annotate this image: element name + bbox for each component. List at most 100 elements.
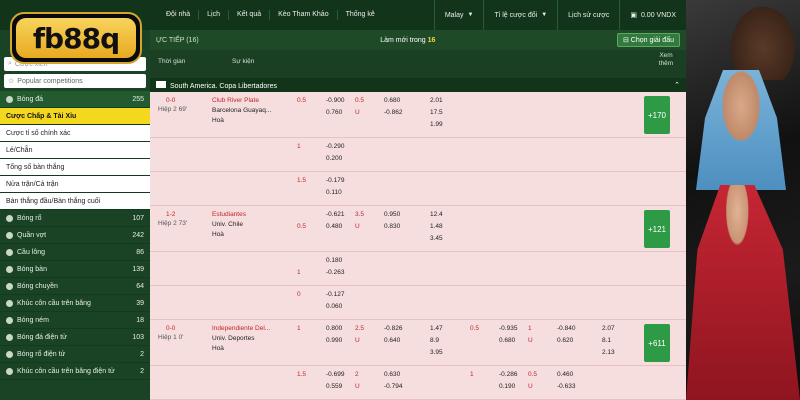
choose-league-button[interactable]: ⊟ Chọn giải đấu — [616, 33, 680, 47]
sidebar-item-sport[interactable]: Bóng đá điện tử 103 — [0, 329, 150, 346]
bet-history-link[interactable]: Lịch sử cược — [557, 0, 619, 30]
odds-cell[interactable]: -0.862 — [384, 107, 402, 118]
more-markets-button[interactable]: +170 — [644, 96, 670, 134]
odds-cell[interactable]: -0.840 — [557, 323, 575, 334]
odds-cell[interactable]: 1 — [470, 369, 474, 380]
popular-competitions[interactable]: ☆ Popular competitions — [4, 74, 146, 88]
odds-cell[interactable]: 3.95 — [430, 347, 443, 358]
odds-cell[interactable]: -0.127 — [326, 289, 344, 300]
odds-cell[interactable]: -0.935 — [499, 323, 517, 334]
odds-cell[interactable]: 1.47 — [430, 323, 443, 334]
nav-tips[interactable]: Kèo Tham Khảo — [270, 10, 338, 20]
odds-cell[interactable]: U — [355, 107, 360, 118]
odds-cell[interactable]: 0.5 — [470, 323, 479, 334]
odds-cell[interactable]: 0.5 — [528, 369, 537, 380]
odds-cell[interactable]: 12.4 — [430, 209, 443, 220]
odds-cell[interactable]: 1 — [528, 323, 532, 334]
odds-cell[interactable]: 17.5 — [430, 107, 443, 118]
odds-cell[interactable]: -0.290 — [326, 141, 344, 152]
sidebar-item-sport[interactable]: Khúc côn cầu trên băng 39 — [0, 295, 150, 312]
odds-cell[interactable]: -0.286 — [499, 369, 517, 380]
odds-cell[interactable]: 0.640 — [384, 335, 400, 346]
odds-cell[interactable]: 0.460 — [557, 369, 573, 380]
odds-cell[interactable]: -0.699 — [326, 369, 344, 380]
odds-cell[interactable]: 3.45 — [430, 233, 443, 244]
odds-cell[interactable]: U — [355, 381, 360, 392]
odds-cell[interactable]: 0.110 — [326, 187, 342, 198]
odds-cell[interactable]: 1 — [297, 267, 301, 278]
odds-cell[interactable]: -0.263 — [326, 267, 344, 278]
league-row[interactable]: South America. Copa Libertadores ⌃ — [150, 78, 686, 92]
odds-cell[interactable]: -0.794 — [384, 381, 402, 392]
odds-cell[interactable]: 2 — [355, 369, 359, 380]
promo-banner[interactable] — [686, 0, 800, 400]
sidebar-item-football[interactable]: Bóng đá 255 — [0, 91, 150, 108]
odds-cell[interactable]: 0.800 — [326, 323, 342, 334]
sidebar-item-sport[interactable]: Bóng rổ điện tử 2 — [0, 346, 150, 363]
brand-logo[interactable]: fb88q — [10, 12, 142, 64]
sidebar-item-sport[interactable]: Bóng chuyền 64 — [0, 278, 150, 295]
region-select[interactable]: Malay ▼ — [433, 0, 484, 30]
odds-cell[interactable]: 0.060 — [326, 301, 342, 312]
odds-cell[interactable]: 8.1 — [602, 335, 611, 346]
sidebar-item-sport[interactable]: Cầu lông 86 — [0, 244, 150, 261]
odds-cell[interactable]: U — [355, 335, 360, 346]
nav-home[interactable]: Đội nhà — [158, 10, 200, 20]
odds-cell[interactable]: 0.680 — [384, 95, 400, 106]
odds-cell[interactable]: 0.950 — [384, 209, 400, 220]
sidebar-item-sport[interactable]: Khúc côn cầu trên băng điện tử 2 — [0, 363, 150, 380]
balance[interactable]: ▣ 0.00 VNDX — [619, 0, 686, 30]
odds-cell[interactable]: 3.5 — [355, 209, 364, 220]
odds-cell[interactable]: 1.5 — [297, 175, 306, 186]
odds-cell[interactable]: 1.99 — [430, 119, 443, 130]
odds-cell[interactable]: 2.07 — [602, 323, 615, 334]
odds-cell[interactable]: U — [528, 335, 533, 346]
odds-cell[interactable]: 0.680 — [499, 335, 515, 346]
more-markets-button[interactable]: +611 — [644, 324, 670, 362]
odds-cell[interactable]: 0.630 — [384, 369, 400, 380]
odds-cell[interactable]: 0.5 — [297, 95, 306, 106]
odds-cell[interactable]: 0.480 — [326, 221, 342, 232]
sub-first-last-goal[interactable]: Bàn thắng đầu/Bàn thắng cuối — [0, 193, 150, 210]
odds-cell[interactable]: 0.5 — [297, 221, 306, 232]
odds-cell[interactable]: 0.5 — [355, 95, 364, 106]
sub-handicap[interactable]: Cược Chấp & Tài Xỉu — [0, 108, 150, 125]
odds-cell[interactable]: 0.200 — [326, 153, 342, 164]
odds-cell[interactable]: -0.633 — [557, 381, 575, 392]
odds-cell[interactable]: 0.830 — [384, 221, 400, 232]
refresh-timer[interactable]: Làm mới trong 16 — [380, 37, 435, 44]
nav-stats[interactable]: Thống kê — [338, 10, 383, 20]
sidebar-item-sport[interactable]: Bóng bàn 139 — [0, 261, 150, 278]
nav-results[interactable]: Kết quả — [229, 10, 271, 20]
odds-cell[interactable]: 0.180 — [326, 255, 342, 266]
sub-half-full[interactable]: Nửa trận/Cả trận — [0, 176, 150, 193]
sidebar-item-sport[interactable]: Bóng ném 18 — [0, 312, 150, 329]
odds-cell[interactable]: -0.900 — [326, 95, 344, 106]
odds-cell[interactable]: 0.559 — [326, 381, 342, 392]
odds-cell[interactable]: U — [355, 221, 360, 232]
odds-cell[interactable]: 0.760 — [326, 107, 342, 118]
odds-cell[interactable]: 1.48 — [430, 221, 443, 232]
odds-cell[interactable]: 2.01 — [430, 95, 443, 106]
sidebar-item-sport[interactable]: Bóng rổ 107 — [0, 210, 150, 227]
odds-select[interactable]: Tỉ lệ cược đổi ▼ — [483, 0, 557, 30]
sub-total-goals[interactable]: Tổng số bàn thắng — [0, 159, 150, 176]
more-markets-button[interactable]: +121 — [644, 210, 670, 248]
live-tab[interactable]: ỰC TIẾP (16) — [156, 37, 199, 44]
odds-cell[interactable]: 1 — [297, 141, 301, 152]
odds-cell[interactable]: 0.990 — [326, 335, 342, 346]
odds-cell[interactable]: 0.190 — [499, 381, 515, 392]
odds-cell[interactable]: 2.13 — [602, 347, 615, 358]
odds-cell[interactable]: -0.826 — [384, 323, 402, 334]
odds-cell[interactable]: 1.5 — [297, 369, 306, 380]
odds-cell[interactable]: 0 — [297, 289, 301, 300]
odds-cell[interactable]: 8.9 — [430, 335, 439, 346]
odds-cell[interactable]: 1 — [297, 323, 301, 334]
chevron-up-icon[interactable]: ⌃ — [674, 81, 680, 89]
odds-cell[interactable]: 2.5 — [355, 323, 364, 334]
odds-cell[interactable]: -0.179 — [326, 175, 344, 186]
odds-cell[interactable]: -0.621 — [326, 209, 344, 220]
odds-cell[interactable]: U — [528, 381, 533, 392]
sidebar-item-sport[interactable]: Quần vợt 242 — [0, 227, 150, 244]
sub-odd-even[interactable]: Lẻ/Chẵn — [0, 142, 150, 159]
